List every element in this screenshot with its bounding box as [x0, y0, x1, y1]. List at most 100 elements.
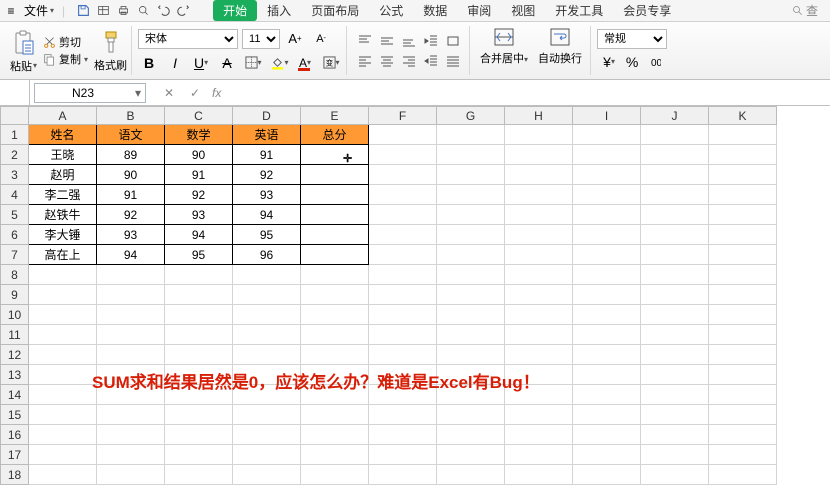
cell[interactable] — [301, 305, 369, 325]
cell[interactable] — [301, 225, 369, 245]
row-header[interactable]: 15 — [1, 405, 29, 425]
cell[interactable] — [301, 205, 369, 225]
cell[interactable] — [97, 465, 165, 485]
format-painter-button[interactable]: 格式刷 — [94, 29, 127, 73]
cell[interactable] — [29, 305, 97, 325]
tab-developer[interactable]: 开发工具 — [545, 0, 613, 21]
align-center-button[interactable] — [377, 52, 397, 70]
cell[interactable]: 赵明 — [29, 165, 97, 185]
wrap-text-button[interactable]: 自动换行 — [534, 26, 586, 75]
cell[interactable] — [301, 245, 369, 265]
cell[interactable] — [505, 405, 573, 425]
cell[interactable] — [369, 265, 437, 285]
align-top-button[interactable] — [355, 32, 375, 50]
cell[interactable] — [369, 325, 437, 345]
cell[interactable] — [437, 165, 505, 185]
cell[interactable] — [301, 285, 369, 305]
cell[interactable] — [641, 365, 709, 385]
cell[interactable] — [165, 465, 233, 485]
cell[interactable] — [437, 225, 505, 245]
tab-start[interactable]: 开始 — [213, 0, 257, 21]
row-header[interactable]: 7 — [1, 245, 29, 265]
cell[interactable] — [641, 225, 709, 245]
cell[interactable] — [641, 325, 709, 345]
cell[interactable] — [437, 425, 505, 445]
cell[interactable] — [29, 325, 97, 345]
col-header-C[interactable]: C — [165, 107, 233, 125]
cell[interactable] — [437, 345, 505, 365]
cell[interactable] — [573, 345, 641, 365]
cell[interactable] — [437, 305, 505, 325]
cell[interactable] — [29, 385, 97, 405]
cell[interactable]: 英语 — [233, 125, 301, 145]
font-color-button[interactable]: A▾ — [294, 52, 316, 74]
cell[interactable] — [505, 245, 573, 265]
comma-button[interactable]: 000 — [644, 51, 666, 73]
cell[interactable]: 李二强 — [29, 185, 97, 205]
cell[interactable] — [369, 245, 437, 265]
cell[interactable] — [709, 125, 777, 145]
align-left-button[interactable] — [355, 52, 375, 70]
align-right-button[interactable] — [399, 52, 419, 70]
cell[interactable]: 94 — [233, 205, 301, 225]
cell[interactable] — [165, 285, 233, 305]
cell[interactable] — [641, 125, 709, 145]
cell[interactable] — [709, 425, 777, 445]
cell[interactable] — [233, 345, 301, 365]
cell[interactable]: 95 — [233, 225, 301, 245]
cell[interactable] — [573, 405, 641, 425]
cell[interactable] — [369, 185, 437, 205]
cell[interactable] — [573, 165, 641, 185]
row-header[interactable]: 14 — [1, 385, 29, 405]
cell[interactable] — [369, 445, 437, 465]
enter-formula-button[interactable]: ✓ — [186, 86, 204, 100]
cell[interactable] — [437, 205, 505, 225]
cell[interactable] — [709, 305, 777, 325]
strikethrough-button[interactable]: A — [216, 52, 238, 74]
cell[interactable] — [29, 425, 97, 445]
row-header[interactable]: 18 — [1, 465, 29, 485]
cell[interactable] — [641, 445, 709, 465]
cell[interactable] — [573, 285, 641, 305]
cell[interactable] — [369, 205, 437, 225]
cell[interactable] — [369, 165, 437, 185]
phonetic-button[interactable]: 变▾ — [320, 52, 342, 74]
bold-button[interactable]: B — [138, 52, 160, 74]
search-button[interactable]: 查 — [792, 2, 818, 19]
cell[interactable] — [573, 365, 641, 385]
tab-insert[interactable]: 插入 — [257, 0, 301, 21]
cell[interactable] — [709, 225, 777, 245]
justify-button[interactable] — [443, 52, 463, 70]
cell[interactable] — [301, 345, 369, 365]
cell[interactable]: 92 — [97, 205, 165, 225]
cell[interactable]: 93 — [233, 185, 301, 205]
row-header[interactable]: 13 — [1, 365, 29, 385]
cell[interactable] — [641, 205, 709, 225]
row-header[interactable]: 5 — [1, 205, 29, 225]
cell[interactable] — [641, 145, 709, 165]
cell[interactable] — [233, 305, 301, 325]
tab-review[interactable]: 审阅 — [457, 0, 501, 21]
select-all-triangle[interactable] — [0, 80, 30, 105]
cell[interactable] — [641, 285, 709, 305]
cell[interactable]: 李大锤 — [29, 225, 97, 245]
cell[interactable] — [97, 425, 165, 445]
cell[interactable] — [29, 465, 97, 485]
cell[interactable] — [301, 445, 369, 465]
cell[interactable] — [505, 425, 573, 445]
cell[interactable] — [29, 285, 97, 305]
cell[interactable] — [573, 245, 641, 265]
cell[interactable]: 94 — [97, 245, 165, 265]
cell[interactable] — [437, 325, 505, 345]
cell[interactable] — [301, 145, 369, 165]
col-header-F[interactable]: F — [369, 107, 437, 125]
undo-icon[interactable] — [155, 3, 171, 19]
cell[interactable] — [165, 405, 233, 425]
cell[interactable]: 92 — [233, 165, 301, 185]
cell[interactable] — [437, 125, 505, 145]
cell[interactable] — [641, 405, 709, 425]
decrease-font-button[interactable]: A- — [310, 28, 332, 50]
cell[interactable] — [573, 465, 641, 485]
cell[interactable] — [709, 405, 777, 425]
cell[interactable] — [97, 265, 165, 285]
